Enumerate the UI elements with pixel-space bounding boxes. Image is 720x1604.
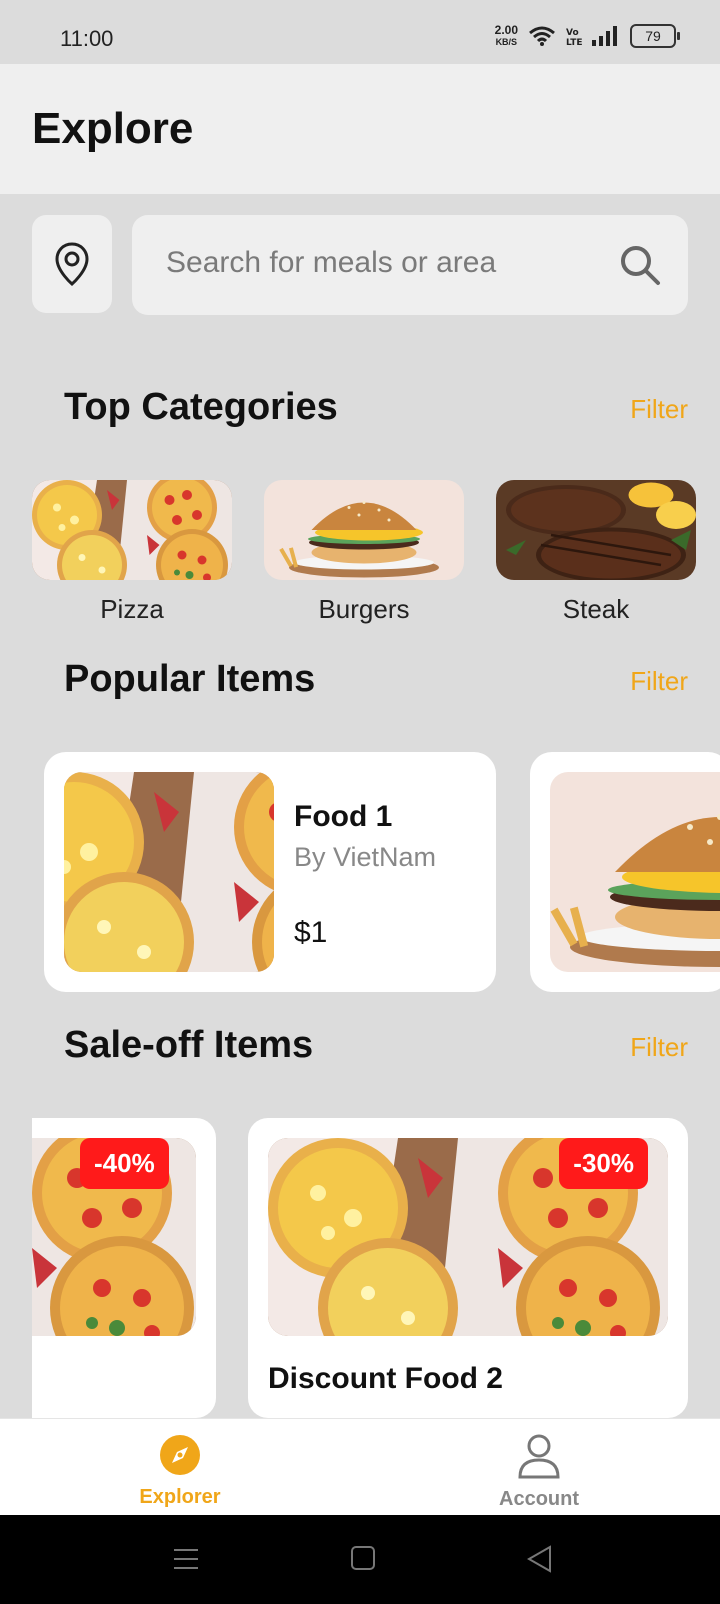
top-categories-filter-button[interactable]: Filter	[630, 394, 688, 425]
popular-item-origin: By VietNam	[294, 842, 437, 872]
svg-text:Vo: Vo	[566, 28, 579, 38]
popular-item-name: Food 1	[294, 800, 393, 833]
popular-item-card[interactable]: Food 1 By VietNam $1	[44, 752, 496, 992]
top-categories-title: Top Categories	[64, 386, 338, 428]
popular-items-title: Popular Items	[64, 658, 316, 700]
popular-items-filter-button[interactable]: Filter	[630, 666, 688, 697]
category-image-pizza	[32, 480, 232, 580]
location-pin-icon	[55, 242, 89, 286]
category-item[interactable]: Burgers	[264, 480, 464, 625]
popular-item-price: $1	[294, 916, 328, 949]
signal-icon	[592, 26, 617, 46]
status-time: 11:00	[60, 26, 114, 51]
battery-icon: 79	[630, 24, 680, 48]
category-image-steak	[496, 480, 696, 580]
net-speed-unit: KB/S	[495, 37, 518, 47]
popular-item-image	[64, 772, 274, 972]
category-label: Pizza	[100, 594, 164, 624]
category-item[interactable]: Steak	[496, 480, 696, 625]
page-title: Explore	[32, 104, 194, 153]
sale-off-items-filter-button[interactable]: Filter	[630, 1032, 688, 1063]
net-speed-value: 2.00	[494, 23, 518, 37]
bottom-navigation: Explorer Account	[0, 1418, 720, 1516]
sale-item-card[interactable]: -30% Discount Food 2	[248, 1118, 688, 1418]
nav-account-label: Account	[499, 1488, 579, 1510]
compass-icon	[160, 1435, 200, 1475]
search-icon[interactable]	[618, 243, 662, 287]
nav-explorer-label: Explorer	[139, 1486, 221, 1508]
category-label: Burgers	[318, 594, 410, 624]
category-label: Steak	[562, 594, 630, 624]
net-speed: 2.00 KB/S	[495, 24, 518, 48]
sale-item-name: Discount Food 2	[268, 1362, 503, 1395]
discount-badge: -40%	[80, 1138, 169, 1189]
category-image-burgers	[264, 480, 464, 580]
nav-explorer[interactable]: Explorer	[100, 1433, 260, 1509]
volte-icon: Vo LTE	[566, 28, 582, 47]
popular-item-image	[550, 772, 720, 972]
search-bar[interactable]	[132, 215, 688, 315]
popular-item-card[interactable]	[530, 752, 720, 992]
wifi-icon	[529, 26, 555, 46]
back-triangle-icon[interactable]	[526, 1545, 552, 1573]
sale-item-card[interactable]: -40%	[32, 1118, 216, 1418]
sale-off-items-title: Sale-off Items	[64, 1024, 314, 1066]
system-navigation-bar	[0, 1515, 720, 1604]
category-item[interactable]: Pizza	[32, 480, 232, 625]
app-header: Explore	[0, 64, 720, 194]
status-bar: 11:00 2.00 KB/S Vo LTE 79	[0, 0, 720, 64]
search-input[interactable]	[164, 245, 608, 281]
location-button[interactable]	[32, 215, 112, 313]
svg-text:LTE: LTE	[566, 38, 582, 47]
home-square-icon[interactable]	[350, 1545, 376, 1571]
discount-badge: -30%	[559, 1138, 648, 1189]
nav-account[interactable]: Account	[459, 1433, 619, 1511]
menu-icon[interactable]	[172, 1545, 200, 1573]
status-icons: 2.00 KB/S Vo LTE 79	[495, 24, 680, 48]
user-icon	[518, 1434, 560, 1479]
